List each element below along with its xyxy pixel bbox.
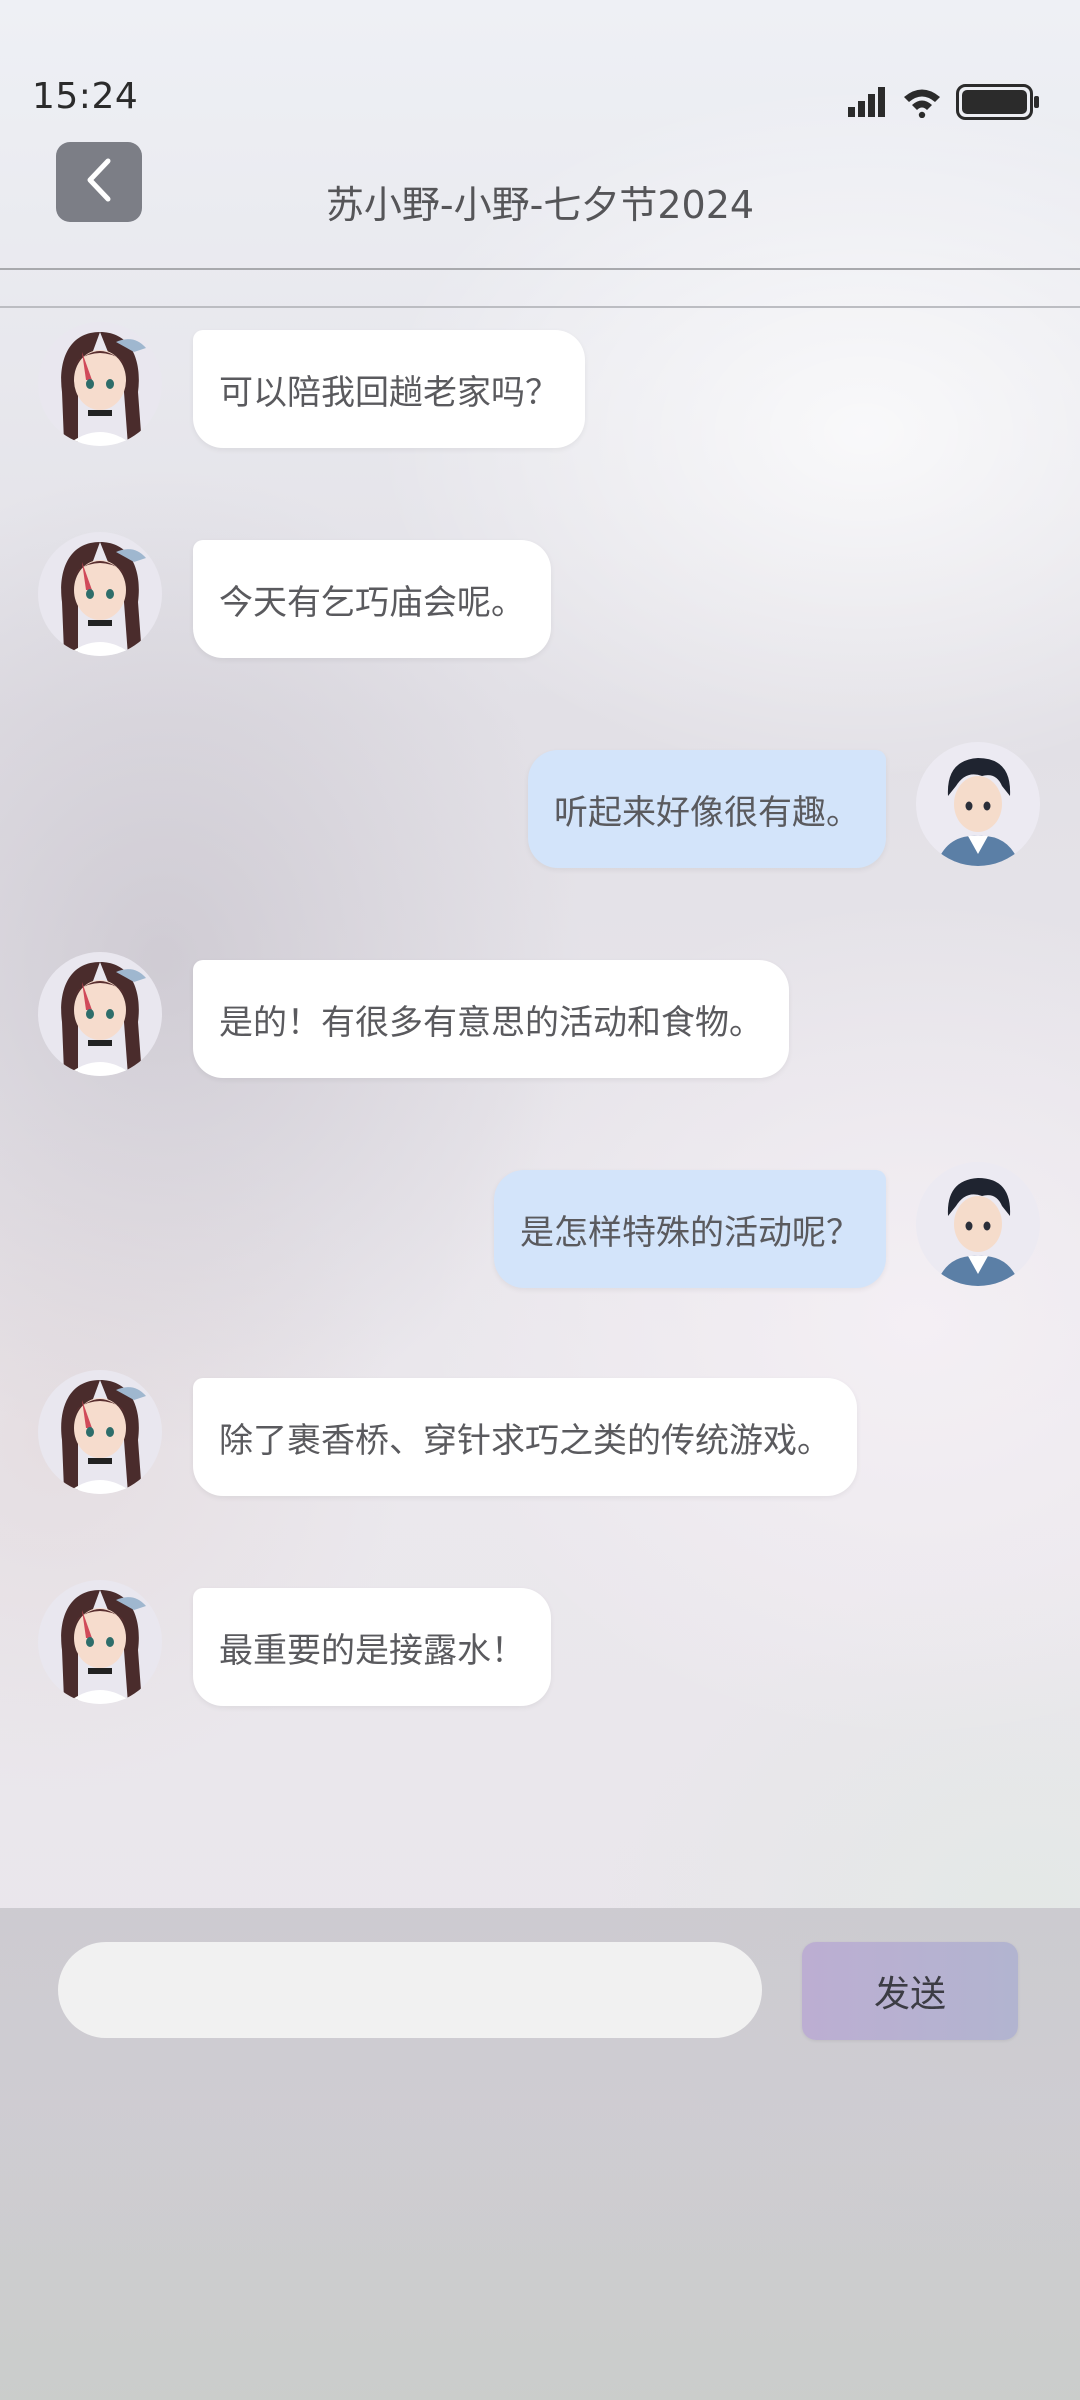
header-divider (0, 268, 1080, 270)
message-row: 可以陪我回趟老家吗？ (0, 322, 1080, 452)
input-bar: 发送 (0, 1908, 1080, 2400)
character-avatar[interactable] (38, 952, 162, 1076)
character-avatar[interactable] (38, 322, 162, 446)
battery-icon (956, 84, 1040, 124)
status-time: 15:24 (32, 76, 139, 117)
message-bubble[interactable]: 听起来好像很有趣。 (528, 750, 886, 868)
status-icons (848, 84, 1040, 124)
message-row: 今天有乞巧庙会呢。 (0, 532, 1080, 662)
message-bubble[interactable]: 是的！有很多有意思的活动和食物。 (193, 960, 789, 1078)
character-avatar[interactable] (38, 1370, 162, 1494)
page-title: 苏小野-小野-七夕节2024 (325, 183, 755, 227)
message-row: 是怎样特殊的活动呢？ (0, 1162, 1080, 1292)
message-bubble[interactable]: 今天有乞巧庙会呢。 (193, 540, 551, 658)
message-row: 最重要的是接露水！ (0, 1580, 1080, 1710)
message-bubble[interactable]: 除了裹香桥、穿针求巧之类的传统游戏。 (193, 1378, 857, 1496)
message-bubble[interactable]: 可以陪我回趟老家吗？ (193, 330, 585, 448)
message-bubble[interactable]: 最重要的是接露水！ (193, 1588, 551, 1706)
message-row: 是的！有很多有意思的活动和食物。 (0, 952, 1080, 1082)
message-row: 听起来好像很有趣。 (0, 742, 1080, 872)
header-divider-secondary (0, 306, 1080, 308)
message-input[interactable] (58, 1942, 762, 2038)
character-avatar[interactable] (38, 532, 162, 656)
wifi-icon (902, 86, 942, 122)
header: 苏小野-小野-七夕节2024 (0, 140, 1080, 268)
message-bubble[interactable]: 是怎样特殊的活动呢？ (494, 1170, 886, 1288)
message-row: 除了裹香桥、穿针求巧之类的传统游戏。 (0, 1370, 1080, 1500)
send-button[interactable]: 发送 (802, 1942, 1018, 2040)
status-bar: 15:24 (0, 0, 1080, 140)
user-avatar[interactable] (916, 742, 1040, 866)
message-list[interactable]: 可以陪我回趟老家吗？ 今天有乞巧庙会呢。 听起来好像很有趣。 是的！有很多有意思… (0, 310, 1080, 1910)
character-avatar[interactable] (38, 1580, 162, 1704)
signal-icon (848, 87, 888, 121)
user-avatar[interactable] (916, 1162, 1040, 1286)
